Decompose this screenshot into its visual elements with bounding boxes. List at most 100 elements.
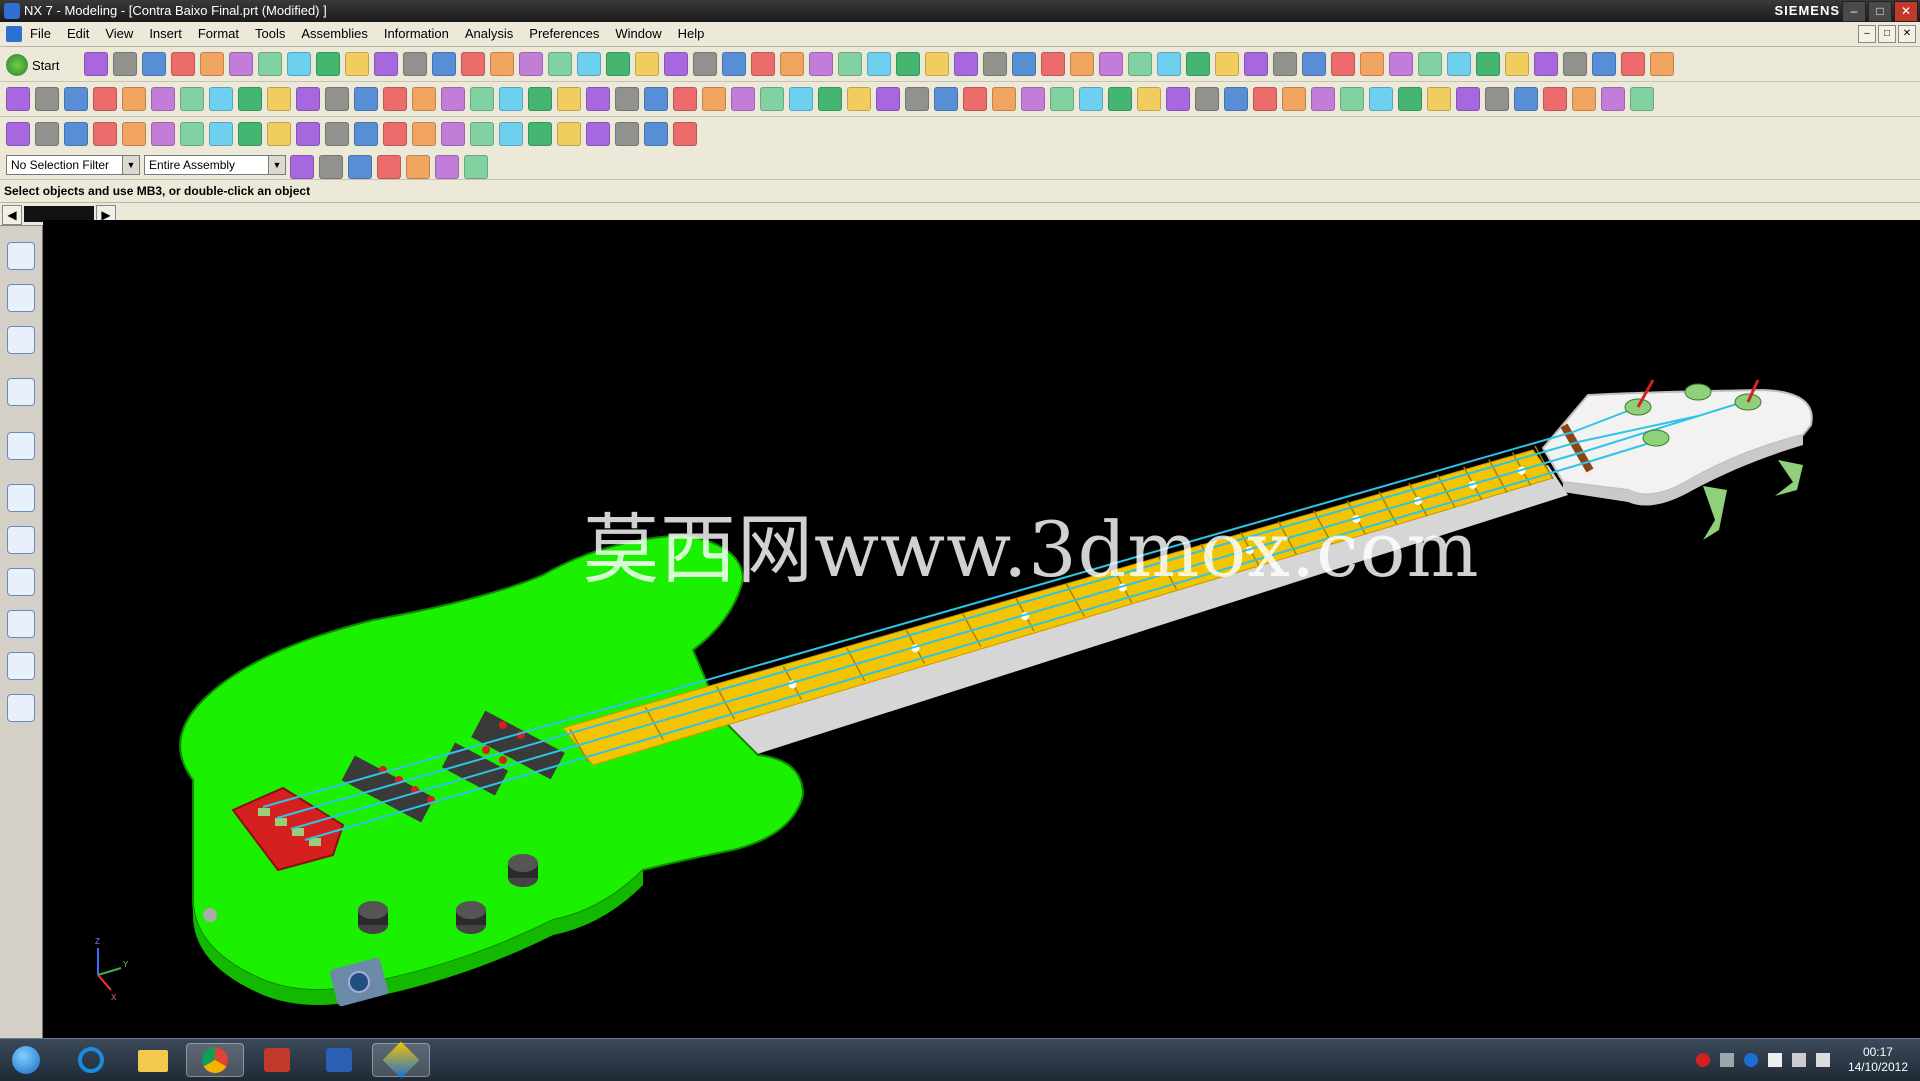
feature-tool-icon[interactable] bbox=[1601, 87, 1625, 111]
standard-tool-icon[interactable] bbox=[461, 52, 485, 76]
feature-tool-icon[interactable] bbox=[557, 87, 581, 111]
standard-tool-icon[interactable] bbox=[113, 52, 137, 76]
assembly-tool-icon[interactable] bbox=[615, 122, 639, 146]
scope-dropdown[interactable]: Entire Assembly ▼ bbox=[144, 155, 286, 175]
action-center-flag-icon[interactable] bbox=[1767, 1053, 1782, 1067]
feature-tool-icon[interactable] bbox=[934, 87, 958, 111]
close-button[interactable]: ✕ bbox=[1894, 1, 1918, 22]
standard-tool-icon[interactable] bbox=[780, 52, 804, 76]
assembly-tool-icon[interactable] bbox=[6, 122, 30, 146]
feature-tool-icon[interactable] bbox=[847, 87, 871, 111]
standard-tool-icon[interactable] bbox=[1476, 52, 1500, 76]
assembly-tool-icon[interactable] bbox=[470, 122, 494, 146]
feature-tool-icon[interactable] bbox=[789, 87, 813, 111]
assembly-navigator-icon[interactable] bbox=[7, 242, 35, 270]
feature-tool-icon[interactable] bbox=[296, 87, 320, 111]
standard-tool-icon[interactable] bbox=[693, 52, 717, 76]
feature-tool-icon[interactable] bbox=[1369, 87, 1393, 111]
assembly-tool-icon[interactable] bbox=[93, 122, 117, 146]
standard-tool-icon[interactable] bbox=[1389, 52, 1413, 76]
standard-tool-icon[interactable] bbox=[1505, 52, 1529, 76]
history-icon[interactable] bbox=[7, 484, 35, 512]
feature-tool-icon[interactable] bbox=[151, 87, 175, 111]
standard-tool-icon[interactable] bbox=[751, 52, 775, 76]
feature-tool-icon[interactable] bbox=[1340, 87, 1364, 111]
feature-tool-icon[interactable] bbox=[6, 87, 30, 111]
standard-tool-icon[interactable] bbox=[838, 52, 862, 76]
doc-close-button[interactable]: ✕ bbox=[1898, 25, 1916, 43]
feature-tool-icon[interactable] bbox=[499, 87, 523, 111]
feature-tool-icon[interactable] bbox=[992, 87, 1016, 111]
assembly-tool-icon[interactable] bbox=[180, 122, 204, 146]
start-button[interactable]: Start bbox=[6, 53, 74, 77]
menu-edit[interactable]: Edit bbox=[67, 26, 89, 41]
feature-tool-icon[interactable] bbox=[383, 87, 407, 111]
feature-tool-icon[interactable] bbox=[586, 87, 610, 111]
feature-tool-icon[interactable] bbox=[122, 87, 146, 111]
standard-tool-icon[interactable] bbox=[1244, 52, 1268, 76]
menu-window[interactable]: Window bbox=[615, 26, 661, 41]
display-icon[interactable] bbox=[1791, 1053, 1806, 1067]
graphics-window[interactable]: Z Y X 莫西网www.3dmox.com bbox=[43, 220, 1920, 1038]
feature-tool-icon[interactable] bbox=[731, 87, 755, 111]
assembly-tool-icon[interactable] bbox=[673, 122, 697, 146]
standard-tool-icon[interactable] bbox=[84, 52, 108, 76]
standard-tool-icon[interactable] bbox=[432, 52, 456, 76]
assembly-tool-icon[interactable] bbox=[325, 122, 349, 146]
standard-tool-icon[interactable] bbox=[403, 52, 427, 76]
feature-tool-icon[interactable] bbox=[528, 87, 552, 111]
feature-tool-icon[interactable] bbox=[1630, 87, 1654, 111]
feature-tool-icon[interactable] bbox=[1543, 87, 1567, 111]
menu-view[interactable]: View bbox=[105, 26, 133, 41]
feature-tool-icon[interactable] bbox=[267, 87, 291, 111]
standard-tool-icon[interactable] bbox=[1215, 52, 1239, 76]
standard-tool-icon[interactable] bbox=[1157, 52, 1181, 76]
selection-tool-icon[interactable] bbox=[435, 155, 459, 179]
standard-tool-icon[interactable] bbox=[983, 52, 1007, 76]
standard-tool-icon[interactable] bbox=[1302, 52, 1326, 76]
assembly-tool-icon[interactable] bbox=[528, 122, 552, 146]
selection-tool-icon[interactable] bbox=[377, 155, 401, 179]
feature-tool-icon[interactable] bbox=[1108, 87, 1132, 111]
system-materials-icon[interactable] bbox=[7, 694, 35, 722]
feature-tool-icon[interactable] bbox=[325, 87, 349, 111]
maximize-button[interactable]: □ bbox=[1868, 1, 1892, 22]
standard-tool-icon[interactable] bbox=[896, 52, 920, 76]
feature-tool-icon[interactable] bbox=[1195, 87, 1219, 111]
feature-tool-icon[interactable] bbox=[238, 87, 262, 111]
menu-format[interactable]: Format bbox=[198, 26, 239, 41]
taskbar-windows-explorer[interactable] bbox=[124, 1043, 182, 1077]
feature-tool-icon[interactable] bbox=[441, 87, 465, 111]
assembly-tool-icon[interactable] bbox=[238, 122, 262, 146]
standard-tool-icon[interactable] bbox=[1012, 52, 1036, 76]
selection-filter-dropdown[interactable]: No Selection Filter ▼ bbox=[6, 155, 140, 175]
standard-tool-icon[interactable] bbox=[374, 52, 398, 76]
standard-tool-icon[interactable] bbox=[287, 52, 311, 76]
selection-tool-icon[interactable] bbox=[464, 155, 488, 179]
feature-tool-icon[interactable] bbox=[93, 87, 117, 111]
feature-tool-icon[interactable] bbox=[1398, 87, 1422, 111]
assembly-tool-icon[interactable] bbox=[267, 122, 291, 146]
selection-tool-icon[interactable] bbox=[406, 155, 430, 179]
standard-tool-icon[interactable] bbox=[635, 52, 659, 76]
taskbar-microsoft-word[interactable] bbox=[310, 1043, 368, 1077]
assembly-tool-icon[interactable] bbox=[557, 122, 581, 146]
feature-tool-icon[interactable] bbox=[818, 87, 842, 111]
manufacturing-wizards-icon[interactable] bbox=[7, 568, 35, 596]
feature-tool-icon[interactable] bbox=[702, 87, 726, 111]
menu-help[interactable]: Help bbox=[678, 26, 705, 41]
feature-tool-icon[interactable] bbox=[1021, 87, 1045, 111]
standard-tool-icon[interactable] bbox=[1128, 52, 1152, 76]
standard-tool-icon[interactable] bbox=[1447, 52, 1471, 76]
part-navigator-icon[interactable] bbox=[7, 326, 35, 354]
assembly-tool-icon[interactable] bbox=[35, 122, 59, 146]
assembly-tool-icon[interactable] bbox=[412, 122, 436, 146]
assembly-tool-icon[interactable] bbox=[209, 122, 233, 146]
scroll-left-icon[interactable]: ◀ bbox=[2, 205, 22, 225]
standard-tool-icon[interactable] bbox=[1418, 52, 1442, 76]
standard-tool-icon[interactable] bbox=[1331, 52, 1355, 76]
network-icon[interactable] bbox=[1719, 1053, 1734, 1067]
feature-tool-icon[interactable] bbox=[1079, 87, 1103, 111]
standard-tool-icon[interactable] bbox=[954, 52, 978, 76]
assembly-tool-icon[interactable] bbox=[296, 122, 320, 146]
